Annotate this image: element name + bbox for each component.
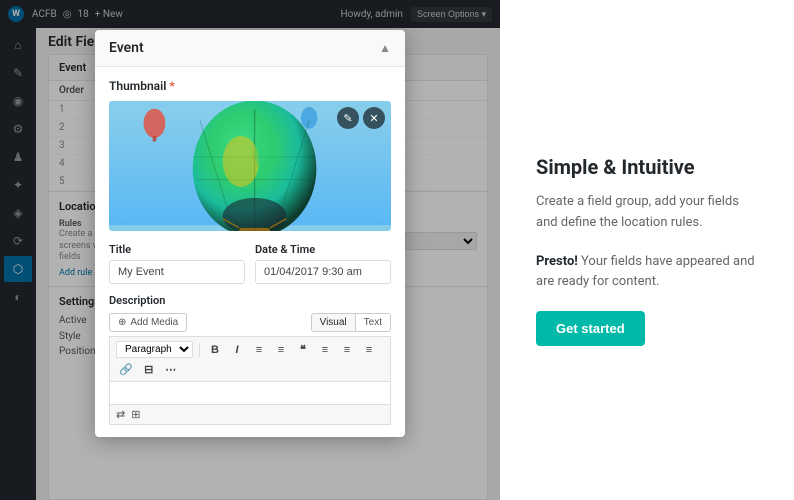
blockquote-button[interactable]: ❝ (294, 342, 312, 357)
separator (199, 343, 200, 357)
thumbnail-label: Thumbnail * (109, 79, 391, 93)
more-button[interactable]: ⋯ (162, 362, 180, 377)
date-group: Date & Time (255, 243, 391, 284)
tab-visual[interactable]: Visual (311, 313, 356, 332)
get-started-button[interactable]: Get started (536, 311, 645, 346)
editor-toolbar-top: ⊕ Add Media Visual Text (109, 313, 391, 332)
thumbnail-preview: ✎ ✕ (109, 101, 391, 231)
ul-button[interactable]: ≡ (250, 343, 268, 357)
title-input[interactable] (109, 260, 245, 284)
description-section: Description ⊕ Add Media Visual Text (109, 294, 391, 425)
description-label: Description (109, 294, 391, 307)
date-input[interactable] (255, 260, 391, 284)
preview-button[interactable]: ⊞ (131, 408, 140, 421)
right-heading: Simple & Intuitive (536, 154, 758, 180)
right-body-2: Presto! Your fields have appeared and ar… (536, 252, 758, 294)
title-group: Title (109, 243, 245, 284)
modal-title: Event (109, 40, 144, 56)
remove-image-button[interactable]: ✕ (363, 107, 385, 129)
unlink-button[interactable]: ⊟ (140, 362, 158, 377)
editor-tabs: Visual Text (311, 313, 391, 332)
modal-collapse-button[interactable]: ▲ (379, 41, 391, 55)
editor-format-bar: Paragraph B I ≡ ≡ ❝ ≡ ≡ ≡ 🔗 ⊟ ⋯ (109, 336, 391, 381)
title-field-label: Title (109, 243, 245, 256)
paragraph-select[interactable]: Paragraph (116, 341, 193, 358)
align-left-button[interactable]: ≡ (316, 343, 334, 357)
event-modal: Event ▲ Thumbnail * (95, 30, 405, 437)
modal-body: Thumbnail * (95, 67, 405, 437)
align-center-button[interactable]: ≡ (338, 343, 356, 357)
edit-image-button[interactable]: ✎ (337, 107, 359, 129)
link-button[interactable]: 🔗 (116, 362, 136, 377)
ol-button[interactable]: ≡ (272, 343, 290, 357)
editor-content-area[interactable] (109, 381, 391, 405)
fullscreen-button[interactable]: ⇄ (116, 408, 125, 421)
tab-text[interactable]: Text (356, 313, 391, 332)
bold-button[interactable]: B (206, 343, 224, 357)
date-field-label: Date & Time (255, 243, 391, 256)
presto-label: Presto! (536, 254, 578, 269)
modal-header: Event ▲ (95, 30, 405, 67)
add-media-button[interactable]: ⊕ Add Media (109, 313, 187, 332)
right-panel: Simple & Intuitive Create a field group,… (500, 0, 794, 500)
right-body-1: Create a field group, add your fields an… (536, 192, 758, 234)
modal-overlay[interactable]: Event ▲ Thumbnail * (0, 0, 500, 500)
image-actions: ✎ ✕ (337, 107, 385, 129)
editor-bottom-bar: ⇄ ⊞ (109, 405, 391, 425)
add-media-icon: ⊕ (118, 317, 126, 328)
required-marker: * (169, 79, 174, 93)
title-date-row: Title Date & Time (109, 243, 391, 284)
italic-button[interactable]: I (228, 343, 246, 357)
align-right-button[interactable]: ≡ (360, 343, 378, 357)
